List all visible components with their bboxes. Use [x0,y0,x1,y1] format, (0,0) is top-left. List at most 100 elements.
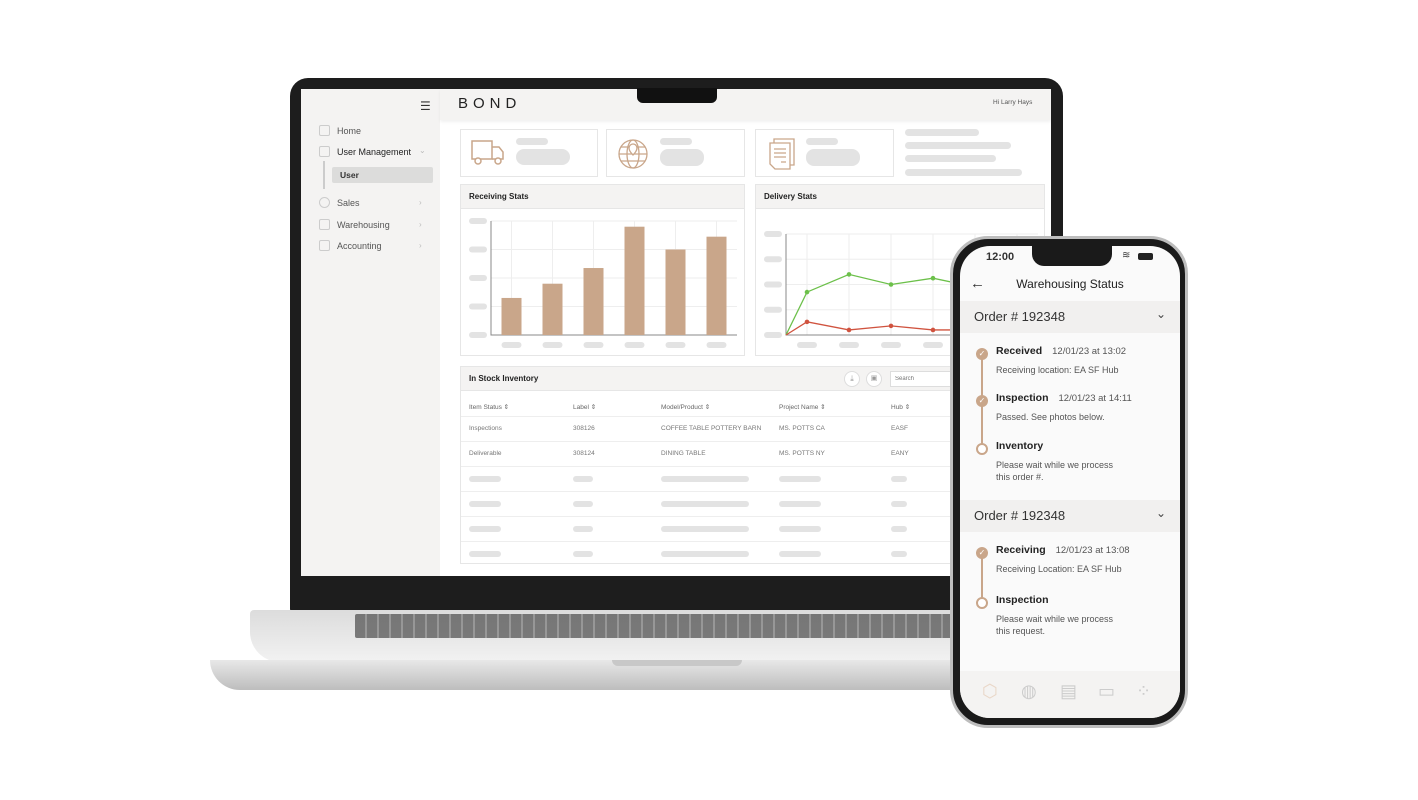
sidebar-item-user-management[interactable]: User Management [319,146,411,157]
status-time: 12:00 [986,251,1015,263]
grid-icon[interactable]: ⁘ [1136,681,1151,702]
menu-icon[interactable]: ☰ [420,99,431,113]
box-icon [319,219,330,230]
skeleton-cell [779,501,821,507]
table-cell[interactable]: 308126 [573,425,595,432]
x-tick-label-placeholder [624,342,645,348]
table-cell[interactable]: EANY [891,450,909,457]
tab-bar: ⬡ ◍ ▤ ▭ ⁘ [960,671,1180,718]
calendar-icon[interactable]: ▭ [1098,681,1115,702]
y-tick-label-placeholder [764,231,782,237]
column-header[interactable]: Label ⇕ [573,403,596,411]
skeleton-cell [779,476,821,482]
check-circle-icon: ✓ [976,547,988,559]
submenu-line [323,161,325,189]
table-cell[interactable]: Deliverable [469,450,502,457]
panel-title: Receiving Stats [461,185,744,209]
y-tick-label-placeholder [469,332,487,338]
box-icon[interactable]: ⬡ [982,681,998,702]
column-header[interactable]: Hub ⇕ [891,403,910,411]
x-tick-label-placeholder [583,342,604,348]
skeleton-cell [469,551,501,557]
column-header[interactable]: Item Status ⇕ [469,403,509,411]
skeleton-cell [469,501,501,507]
step-title: Inspection [996,594,1049,606]
row-divider [461,541,959,542]
bar [583,268,604,335]
x-tick-label-placeholder [706,342,727,348]
data-point [888,282,894,287]
chevron-down-icon[interactable]: ⌄ [1156,506,1166,520]
table-cell[interactable]: Inspections [469,425,502,432]
y-tick-label-placeholder [764,256,782,263]
user-greeting[interactable]: Hi Larry Hays [993,99,1032,106]
x-tick-label-placeholder [542,342,563,348]
step-description: Please wait while we process this order … [996,460,1114,482]
table-cell[interactable]: MS. POTTS NY [779,450,825,457]
skeleton-cell [573,551,593,557]
step-date: 12/01/23 at 14:11 [1058,393,1132,404]
step-title: Inspection 12/01/23 at 14:11 [996,392,1132,404]
panel-title: In Stock Inventory [461,367,959,391]
row-divider [461,416,959,417]
truck-icon [471,140,504,165]
table-cell[interactable]: 308124 [573,450,595,457]
x-tick-label-placeholder [797,342,817,348]
calendar-icon [319,240,330,251]
table-cell[interactable]: COFFEE TABLE POTTERY BARN [661,425,761,432]
table-cell[interactable]: DINING TABLE [661,450,706,457]
check-circle-icon: ✓ [976,395,988,407]
step-title: Received 12/01/23 at 13:02 [996,345,1127,357]
order-header[interactable]: Order # 192348 ⌄ [960,500,1180,532]
row-divider [461,491,959,492]
phone-screen: 12:00 ≋ ← Warehousing Status Order # 192… [960,246,1180,718]
chevron-down-icon[interactable]: ⌄ [1156,307,1166,321]
globe-pin-icon [618,139,648,169]
table-cell[interactable]: EASF [891,425,908,432]
skeleton-cell [779,526,821,532]
y-tick-label-placeholder [469,275,487,281]
id-card-icon[interactable]: ▤ [1060,681,1077,702]
sidebar-item-warehousing[interactable]: Warehousing [319,219,390,230]
sidebar-item-home[interactable]: Home [319,125,361,136]
skeleton-cell [891,526,907,532]
chevron-right-icon: › [419,198,422,207]
receiving-stats-panel: Receiving Stats [460,184,745,356]
phone-notch [1032,246,1112,266]
column-header[interactable]: Project Name ⇕ [779,403,826,411]
x-tick-label-placeholder [923,342,943,348]
x-tick-label-placeholder [501,342,522,348]
check-circle-icon: ✓ [976,348,988,360]
sidebar-item-sales[interactable]: Sales [319,197,360,208]
download-icon[interactable]: ⤓ [844,371,860,387]
table-cell[interactable]: MS. POTTS CA [779,425,825,432]
order-header[interactable]: Order # 192348 ⌄ [960,301,1180,333]
laptop-screen: ☰ Home User Management ⌄ User Sales › Wa… [301,89,1051,576]
data-point [888,323,894,329]
save-icon[interactable]: ▣ [866,371,882,387]
globe-icon [319,197,330,208]
sidebar-item-user[interactable]: User [332,167,433,183]
step-title: Receiving 12/01/23 at 13:08 [996,544,1130,556]
skeleton-cell [891,476,907,482]
panel-title: Delivery Stats [756,185,1044,209]
sidebar-item-accounting[interactable]: Accounting [319,240,382,251]
data-point [930,327,936,333]
step-title: Inventory [996,440,1044,452]
bar [542,283,563,335]
skeleton-line [905,155,996,162]
step-date: 12/01/23 at 13:02 [1052,346,1127,357]
skeleton-line [905,142,1011,149]
chevron-right-icon: › [419,241,422,250]
chevron-right-icon: › [419,220,422,229]
skeleton-line [905,129,979,136]
globe-icon[interactable]: ◍ [1021,681,1037,702]
column-header[interactable]: Model/Product ⇕ [661,403,710,411]
bar [706,236,727,335]
skeleton-cell [891,501,907,507]
data-point [930,275,936,281]
skeleton-line [905,169,1022,176]
x-tick-label-placeholder [881,342,901,348]
documents-icon [769,138,795,170]
laptop-hinge [612,660,742,666]
